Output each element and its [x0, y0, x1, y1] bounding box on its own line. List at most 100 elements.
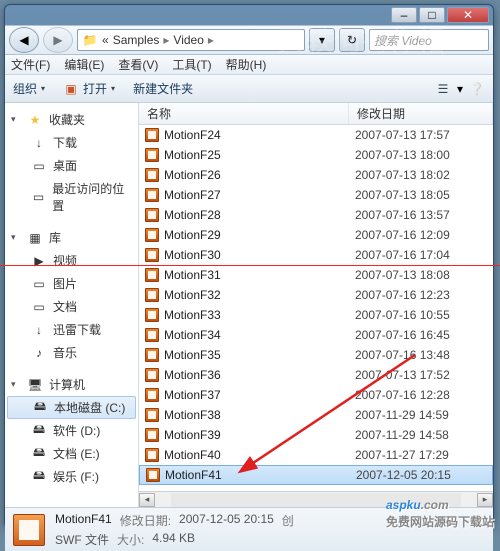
tree-group[interactable]: ▾★收藏夹 — [5, 107, 138, 131]
menu-file[interactable]: 文件(F) — [11, 56, 50, 73]
chevron-down-icon: ▾ — [41, 84, 45, 93]
file-date: 2007-07-13 18:00 — [349, 148, 493, 162]
menu-edit[interactable]: 编辑(E) — [64, 56, 104, 73]
file-row[interactable]: MotionF392007-11-29 14:58 — [139, 425, 493, 445]
help-icon[interactable]: ❔ — [469, 81, 485, 97]
file-icon — [145, 388, 159, 402]
file-icon — [145, 348, 159, 362]
organize-button[interactable]: 组织▾ — [13, 80, 45, 97]
file-icon — [145, 228, 159, 242]
newfolder-button[interactable]: 新建文件夹 — [133, 80, 193, 97]
address-bar[interactable]: 📁 « Samples ▸ Video ▸ — [77, 29, 305, 51]
tree-item[interactable]: 🖴本地磁盘 (C:) — [7, 396, 136, 419]
maximize-button[interactable]: □ — [419, 7, 445, 23]
file-row[interactable]: MotionF242007-07-13 17:57 — [139, 125, 493, 145]
minimize-button[interactable]: – — [391, 7, 417, 23]
scroll-left-button[interactable]: ◂ — [139, 493, 155, 507]
nav-bar: ◀ ▶ 📁 « Samples ▸ Video ▸ ▾ ↻ 搜索 Video — [5, 25, 493, 55]
file-row[interactable]: MotionF322007-07-16 12:23 — [139, 285, 493, 305]
tree-item[interactable]: ▭最近访问的位置 — [5, 177, 138, 217]
file-name: MotionF38 — [164, 408, 221, 422]
tree-item[interactable]: 🖴软件 (D:) — [5, 419, 138, 442]
file-row[interactable]: MotionF31 2007-07-13 18:08 — [139, 265, 493, 285]
dropdown-button[interactable]: ▾ — [309, 28, 335, 52]
tree-item[interactable]: 🖴娱乐 (F:) — [5, 465, 138, 488]
tree-group[interactable]: ▾🖥计算机 — [5, 372, 138, 396]
back-button[interactable]: ◀ — [9, 27, 39, 53]
file-name: MotionF31 — [164, 268, 221, 282]
item-icon: ▭ — [31, 276, 47, 292]
open-icon: ▣ — [63, 81, 79, 97]
item-icon: ▭ — [31, 189, 46, 205]
item-label: 桌面 — [53, 157, 77, 174]
search-input[interactable]: 搜索 Video — [369, 29, 489, 51]
file-date: 2007-11-29 14:59 — [349, 408, 493, 422]
open-button[interactable]: ▣ 打开▾ — [63, 80, 115, 97]
file-icon — [145, 168, 159, 182]
file-row[interactable]: MotionF252007-07-13 18:00 — [139, 145, 493, 165]
details-type: SWF 文件 — [55, 531, 109, 548]
tree-item[interactable]: ▶视频 — [5, 249, 138, 272]
refresh-button[interactable]: ↻ — [339, 28, 365, 52]
file-row[interactable]: MotionF372007-07-16 12:28 — [139, 385, 493, 405]
forward-button[interactable]: ▶ — [43, 27, 73, 53]
tree-item[interactable]: ▭文档 — [5, 295, 138, 318]
tree-item[interactable]: 🖴文档 (E:) — [5, 442, 138, 465]
details-size-label: 大小: — [117, 531, 144, 548]
chevron-right-icon: ▸ — [208, 33, 214, 47]
breadcrumb[interactable]: Video — [173, 33, 203, 47]
file-date: 2007-07-13 17:52 — [349, 368, 493, 382]
file-icon — [145, 268, 159, 282]
expand-icon[interactable]: ▾ — [11, 114, 21, 125]
menu-tools[interactable]: 工具(T) — [172, 56, 211, 73]
col-date[interactable]: 修改日期 — [349, 103, 493, 124]
annotation-line — [0, 265, 500, 266]
menu-help[interactable]: 帮助(H) — [226, 56, 267, 73]
col-name[interactable]: 名称 — [139, 103, 349, 124]
tree-item[interactable]: ↓迅雷下载 — [5, 318, 138, 341]
breadcrumb[interactable]: Samples — [113, 33, 160, 47]
watermark: aspku.com免费网站源码下载站 — [386, 489, 494, 530]
item-icon: ♪ — [31, 345, 47, 361]
file-row[interactable]: MotionF282007-07-16 13:57 — [139, 205, 493, 225]
file-row[interactable]: MotionF38 2007-11-29 14:59 — [139, 405, 493, 425]
expand-icon[interactable]: ▾ — [11, 232, 21, 243]
file-row[interactable]: MotionF302007-07-16 17:04 — [139, 245, 493, 265]
file-row[interactable]: MotionF352007-07-16 13:48 — [139, 345, 493, 365]
expand-icon[interactable]: ▾ — [11, 379, 21, 390]
file-row[interactable]: MotionF262007-07-13 18:02 — [139, 165, 493, 185]
tree-group[interactable]: ▾▦库 — [5, 225, 138, 249]
tree-item[interactable]: ↓下载 — [5, 131, 138, 154]
nav-tree: ▾★收藏夹↓下载▭桌面▭最近访问的位置▾▦库▶视频▭图片▭文档↓迅雷下载♪音乐▾… — [5, 103, 139, 507]
file-row[interactable]: MotionF342007-07-16 16:45 — [139, 325, 493, 345]
item-label: 音乐 — [53, 344, 77, 361]
details-name: MotionF41 — [55, 512, 112, 529]
details-mod: 2007-12-05 20:15 — [179, 512, 274, 529]
details-create-label: 创 — [282, 512, 294, 529]
tree-item[interactable]: ▭ 图片 — [5, 272, 138, 295]
file-icon — [145, 128, 159, 142]
menu-bar: 文件(F) 编辑(E) 查看(V) 工具(T) 帮助(H) — [5, 55, 493, 75]
file-date: 2007-07-16 17:04 — [349, 248, 493, 262]
file-date: 2007-07-16 13:57 — [349, 208, 493, 222]
file-date: 2007-07-16 12:23 — [349, 288, 493, 302]
view-icon[interactable]: ☰ — [435, 81, 451, 97]
file-date: 2007-07-13 18:08 — [349, 268, 493, 282]
item-icon: 🖴 — [31, 423, 47, 439]
tree-item[interactable]: ▭桌面 — [5, 154, 138, 177]
file-row[interactable]: MotionF412007-12-05 20:15 — [139, 465, 493, 485]
file-row[interactable]: MotionF332007-07-16 10:55 — [139, 305, 493, 325]
file-row[interactable]: MotionF272007-07-13 18:05 — [139, 185, 493, 205]
item-label: 迅雷下载 — [53, 321, 101, 338]
chevron-down-icon: ▾ — [457, 82, 463, 96]
item-icon: 🖴 — [32, 400, 48, 416]
tree-item[interactable]: ♪ 音乐 — [5, 341, 138, 364]
close-button[interactable]: ✕ — [447, 7, 489, 23]
item-label: 图片 — [53, 275, 77, 292]
file-row[interactable]: MotionF362007-07-13 17:52 — [139, 365, 493, 385]
file-row[interactable]: MotionF292007-07-16 12:09 — [139, 225, 493, 245]
menu-view[interactable]: 查看(V) — [118, 56, 158, 73]
file-name: MotionF37 — [164, 388, 221, 402]
breadcrumb[interactable]: « — [102, 33, 109, 47]
file-row[interactable]: MotionF402007-11-27 17:29 — [139, 445, 493, 465]
